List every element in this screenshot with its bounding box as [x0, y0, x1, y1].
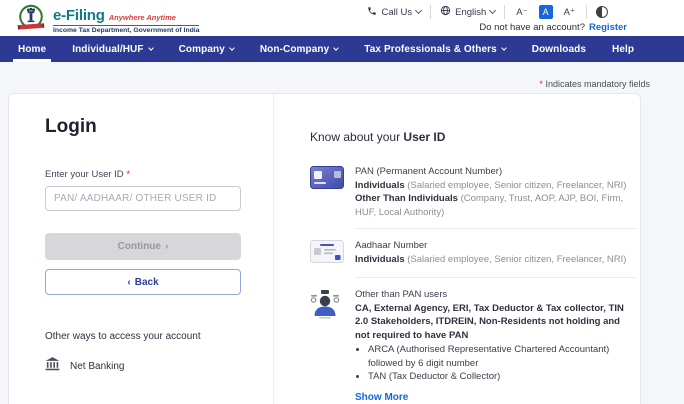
know-item-title: Other than PAN users [355, 288, 636, 302]
know-item-bold-block: CA, External Agency, ERI, Tax Deductor &… [355, 302, 636, 343]
call-us-label: Call Us [381, 7, 412, 18]
nav-item-individual-huf[interactable]: Individual/HUF [72, 36, 152, 62]
chevron-down-icon [333, 45, 339, 51]
efiling-logo[interactable]: e-Filing Anywhere Anytime Income Tax Dep… [16, 3, 199, 38]
nav-item-non-company[interactable]: Non-Company [260, 36, 338, 62]
brand-tagline: Anywhere Anytime [109, 13, 176, 22]
contrast-toggle-icon[interactable] [596, 6, 608, 18]
phone-icon [367, 6, 377, 19]
nav-item-tax-professionals[interactable]: Tax Professionals & Others [364, 36, 505, 62]
account-prompt: Do not have an account? [479, 22, 585, 33]
nav-item-company[interactable]: Company [179, 36, 234, 62]
net-banking-option[interactable]: Net Banking [45, 357, 241, 376]
bank-icon [45, 357, 60, 376]
divider [355, 277, 636, 278]
back-button[interactable]: ‹ Back [45, 269, 241, 295]
mandatory-fields-note: * Indicates mandatory fields [539, 79, 650, 89]
know-item-other-than-pan: Other than PAN users CA, External Agency… [310, 288, 636, 404]
know-item-title: PAN (Permanent Account Number) [355, 165, 636, 179]
content-card: Login Enter your User ID * Continue › ‹ … [8, 93, 641, 404]
user-id-label: Enter your User ID * [45, 169, 241, 180]
aadhaar-card-icon [310, 239, 344, 268]
chevron-down-icon [415, 7, 422, 14]
know-about-panel: Know about your User ID PAN (Permanent A… [274, 94, 640, 404]
globe-icon [440, 5, 451, 19]
register-row: Do not have an account? Register [479, 22, 627, 33]
register-link[interactable]: Register [589, 22, 627, 33]
chevron-down-icon [489, 7, 496, 14]
bullet-item: ARCA (Authorised Representative Chartere… [368, 343, 636, 370]
pan-card-icon [310, 165, 344, 219]
language-menu[interactable]: English [440, 5, 495, 19]
chevron-down-icon [501, 45, 507, 51]
divider [504, 5, 505, 19]
nav-item-home[interactable]: Home [18, 36, 46, 62]
know-item-title: Aadhaar Number [355, 239, 636, 253]
show-more-link[interactable]: Show More [355, 391, 408, 404]
nav-item-help[interactable]: Help [612, 36, 634, 62]
know-item-line: Individuals (Salaried employee, Senior c… [355, 179, 636, 193]
know-item-line: Other Than Individuals (Company, Trust, … [355, 192, 636, 219]
know-item-aadhaar: Aadhaar Number Individuals (Salaried emp… [310, 239, 636, 268]
know-item-pan: PAN (Permanent Account Number) Individua… [310, 165, 636, 219]
chevron-left-icon: ‹ [127, 277, 130, 288]
net-banking-label: Net Banking [70, 361, 124, 372]
chevron-right-icon: › [165, 241, 168, 252]
continue-button[interactable]: Continue › [45, 233, 241, 260]
language-label: English [455, 7, 486, 18]
font-decrease-button[interactable]: A⁻ [514, 7, 529, 18]
font-default-button[interactable]: A [539, 5, 553, 19]
top-header: e-Filing Anywhere Anytime Income Tax Dep… [0, 0, 684, 36]
national-emblem-icon [16, 3, 46, 38]
know-item-bullets: ARCA (Authorised Representative Chartere… [355, 343, 636, 384]
header-controls: Call Us English A⁻ A A⁺ [367, 5, 608, 19]
nav-item-downloads[interactable]: Downloads [532, 36, 586, 62]
main-navbar: Home Individual/HUF Company Non-Company … [0, 36, 684, 62]
bullet-item: TAN (Tax Deductor & Collector) [368, 370, 636, 384]
know-item-line: Individuals (Salaried employee, Senior c… [355, 253, 636, 267]
font-increase-button[interactable]: A⁺ [562, 7, 577, 18]
brand-name: e-Filing [53, 7, 105, 24]
call-us-menu[interactable]: Call Us [367, 6, 421, 19]
divider [355, 228, 636, 229]
page-title: Login [45, 116, 241, 138]
user-id-input[interactable] [45, 186, 241, 211]
login-panel: Login Enter your User ID * Continue › ‹ … [9, 94, 274, 404]
chevron-down-icon [229, 45, 235, 51]
brand-subtitle: Income Tax Department, Government of Ind… [53, 27, 199, 34]
chevron-down-icon [148, 45, 154, 51]
know-about-title: Know about your User ID [310, 130, 636, 144]
other-ways-label: Other ways to access your account [45, 331, 241, 342]
divider [586, 5, 587, 19]
divider [430, 5, 431, 19]
person-icon [310, 288, 344, 404]
